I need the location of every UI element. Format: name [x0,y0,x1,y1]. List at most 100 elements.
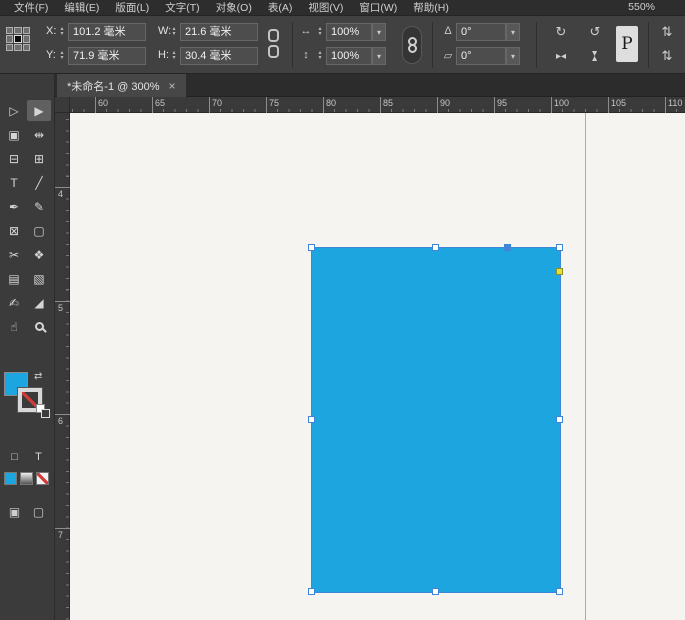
rotate-cw-button[interactable]: ↻ [548,23,574,41]
menu-item[interactable]: 文字(T) [157,0,207,15]
scissors-tool[interactable]: ✂ [2,244,26,265]
corner-edit-widget[interactable] [556,268,563,275]
reference-point-cell[interactable] [23,35,30,42]
scale-x-icon: ↔ [298,25,314,37]
rotation-dropdown[interactable]: ▾ [506,23,520,41]
selection-handle[interactable] [308,588,315,595]
selection-handle[interactable] [556,244,563,251]
spacing-icon-top[interactable]: ⇅ [654,23,680,41]
selection-handle[interactable] [308,416,315,423]
pen-tool[interactable]: ✒ [2,196,26,217]
reference-point-cell[interactable] [6,27,13,34]
reference-point-cell[interactable] [23,27,30,34]
normal-view-button[interactable]: ▣ [6,503,23,520]
h-stepper[interactable]: ▴▾ [169,47,179,65]
gradient-feather-tool-icon: ▧ [33,272,44,286]
x-stepper[interactable]: ▴▾ [57,23,67,41]
formatting-affects-container-button[interactable]: □ [6,448,23,465]
link-scales-icon[interactable] [402,26,422,64]
menu-item[interactable]: 帮助(H) [405,0,457,15]
menu-item[interactable]: 视图(V) [300,0,351,15]
hand-tool[interactable]: ☝ [2,316,26,337]
w-stepper[interactable]: ▴▾ [169,23,179,41]
note-tool[interactable]: ✍ [2,292,26,313]
constrain-dimensions-icon[interactable] [268,29,280,61]
stepper-down-icon: ▾ [172,32,175,37]
stepper-down-icon: ▾ [318,32,321,37]
scale-x-dropdown[interactable]: ▾ [372,23,386,41]
reference-point-cell[interactable] [14,44,21,51]
menu-item[interactable]: 编辑(E) [56,0,107,15]
h-input[interactable]: 30.4 毫米 [180,47,258,65]
canvas[interactable] [70,113,685,620]
preview-view-button[interactable]: ▢ [30,503,47,520]
scale-x-input[interactable]: 100% [326,23,372,41]
apply-gradient-button[interactable] [20,472,33,485]
flip-horizontal-button[interactable]: ▸◂ [548,47,574,65]
menu-item[interactable]: 版面(L) [107,0,157,15]
rectangle-frame-tool[interactable]: ⊠ [2,220,26,241]
zoom-tool[interactable] [27,316,51,337]
scale-y-stepper[interactable]: ▴▾ [315,47,325,65]
apply-color-button[interactable] [4,472,17,485]
free-transform-tool[interactable]: ❖ [27,244,51,265]
scale-y-input[interactable]: 100% [326,47,372,65]
horizontal-grid-tool[interactable]: ⊟ [2,148,26,169]
spacing-icon-bottom[interactable]: ⇅ [654,47,680,65]
line-tool[interactable]: ╱ [27,172,51,193]
vertical-ruler[interactable]: 4567 [55,113,70,620]
direct-selection-tool[interactable]: ▷ [2,100,26,121]
default-swatches[interactable] [36,404,51,419]
selection-handle[interactable] [556,588,563,595]
y-input[interactable]: 71.9 毫米 [68,47,146,65]
rectangle-tool[interactable]: ▢ [27,220,51,241]
type-tool-icon: T [10,176,17,190]
selection-handle[interactable] [308,244,315,251]
apply-none-button[interactable] [36,472,49,485]
selection-handle[interactable] [432,244,439,251]
shear-input[interactable]: 0° [456,47,506,65]
horizontal-ruler[interactable]: 6065707580859095100105110 [70,97,685,113]
pencil-tool[interactable]: ✎ [27,196,51,217]
gradient-swatch-tool[interactable]: ▤ [2,268,26,289]
tab-bar: *未命名-1 @ 300% × [55,74,685,97]
w-input[interactable]: 21.6 毫米 [180,23,258,41]
selection-handle[interactable] [432,588,439,595]
menu-item[interactable]: 对象(O) [208,0,260,15]
page-tool[interactable]: ▣ [2,124,26,145]
x-input[interactable]: 101.2 毫米 [68,23,146,41]
ruler-origin-corner[interactable] [55,97,70,113]
menu-item[interactable]: 窗口(W) [351,0,405,15]
vertical-grid-tool-icon: ⊞ [34,152,44,166]
reference-point-cell[interactable] [23,44,30,51]
type-tool[interactable]: T [2,172,26,193]
reference-point-cell[interactable] [14,27,21,34]
eyedropper-tool[interactable]: ◢ [27,292,51,313]
reference-point-cell[interactable] [14,35,21,42]
rectangle-frame-tool-icon: ⊠ [9,224,19,238]
formatting-affects-text-button[interactable]: T [30,448,47,465]
scale-y-dropdown[interactable]: ▾ [372,47,386,65]
gradient-feather-tool[interactable]: ▧ [27,268,51,289]
vertical-grid-tool[interactable]: ⊞ [27,148,51,169]
shear-dropdown[interactable]: ▾ [506,47,520,65]
rotate-ccw-button[interactable]: ↺ [582,23,608,41]
document-tab[interactable]: *未命名-1 @ 300% × [57,74,186,97]
gap-tool[interactable]: ⇹ [27,124,51,145]
scissors-tool-icon: ✂ [9,248,19,262]
reference-point-cell[interactable] [6,35,13,42]
rotation-input[interactable]: 0° [456,23,506,41]
y-stepper[interactable]: ▴▾ [57,47,67,65]
selection-tool[interactable]: ▶ [27,100,51,121]
swap-swatches-icon[interactable]: ⇄ [34,371,42,382]
tab-close-button[interactable]: × [168,79,175,93]
flip-vertical-button[interactable]: ▸◂ [586,43,604,69]
guide-line[interactable] [585,113,586,620]
selection-handle-accent[interactable] [504,244,511,251]
reference-point-proxy[interactable] [6,27,30,51]
reference-point-cell[interactable] [6,44,13,51]
menu-item[interactable]: 表(A) [260,0,301,15]
selection-handle[interactable] [556,416,563,423]
scale-x-stepper[interactable]: ▴▾ [315,23,325,41]
menu-item[interactable]: 文件(F) [6,0,56,15]
